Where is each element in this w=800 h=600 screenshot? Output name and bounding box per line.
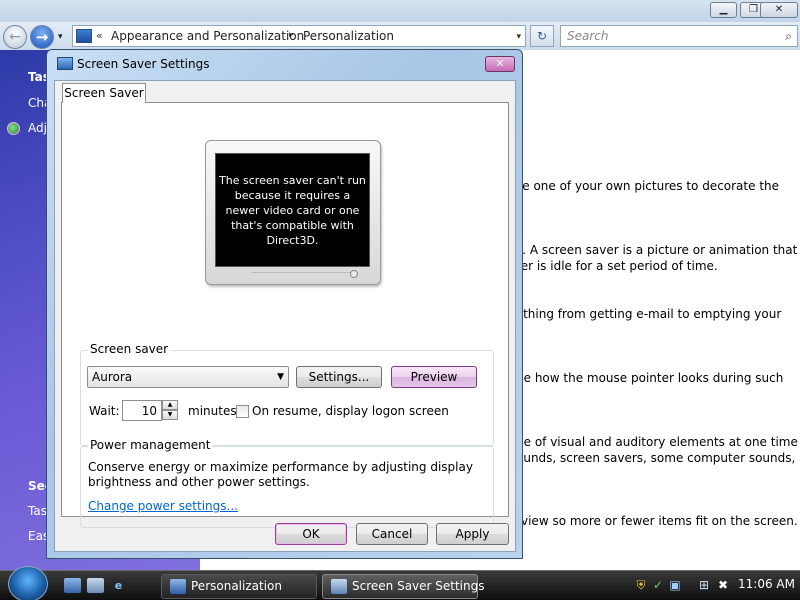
- power-description: Conserve energy or maximize performance …: [88, 460, 473, 489]
- search-input[interactable]: [567, 29, 767, 43]
- description-line: ounds, screen savers, some computer soun…: [516, 451, 800, 465]
- address-bar[interactable]: « Appearance and Personalization ▸ Perso…: [72, 25, 526, 47]
- switch-windows-icon[interactable]: [87, 578, 104, 593]
- description-line: ter is idle for a set period of time.: [516, 259, 718, 273]
- close-button[interactable]: ✕: [760, 2, 798, 18]
- breadcrumb-overflow[interactable]: «: [96, 29, 103, 42]
- spin-up-icon[interactable]: ▲: [162, 400, 178, 410]
- screen-saver-select[interactable]: Aurora ▼: [87, 366, 289, 388]
- address-dropdown-arrow[interactable]: ▾: [516, 32, 521, 42]
- description-line: ge of visual and auditory elements at on…: [516, 435, 798, 449]
- back-button[interactable]: ←: [3, 25, 27, 49]
- wait-stepper[interactable]: ▲ ▼: [162, 400, 178, 421]
- description-line: ything from getting e-mail to emptying y…: [516, 307, 782, 321]
- description-line: view so more or fewer items fit on the s…: [521, 514, 798, 528]
- breadcrumb-personalization[interactable]: Personalization: [303, 29, 394, 43]
- control-panel-icon: [76, 29, 92, 43]
- tab-panel: The screen saver can't run because it re…: [61, 102, 509, 528]
- start-button[interactable]: [8, 566, 48, 600]
- task-link[interactable]: Adj: [28, 121, 47, 135]
- description-line: s. A screen saver is a picture or animat…: [516, 243, 798, 257]
- search-box[interactable]: ⌕: [560, 25, 798, 47]
- description-line: ge how the mouse pointer looks during su…: [516, 371, 784, 385]
- task-personalization[interactable]: Personalization: [161, 574, 317, 599]
- apply-button[interactable]: Apply: [436, 523, 509, 545]
- screen-saver-group-label: Screen saver: [88, 342, 171, 356]
- windows-update-icon[interactable]: ✓: [651, 577, 665, 593]
- dialog-title: Screen Saver Settings: [77, 57, 210, 71]
- task-label: Personalization: [191, 579, 282, 593]
- monitor-bezel-line: [251, 272, 351, 278]
- network-icon[interactable]: ⊞: [697, 577, 711, 593]
- power-management-label: Power management: [88, 438, 213, 452]
- wait-minutes-field[interactable]: 10: [122, 400, 162, 421]
- ok-button[interactable]: OK: [275, 523, 347, 545]
- task-screen-saver-settings[interactable]: Screen Saver Settings: [322, 574, 485, 599]
- see-also-link[interactable]: Tas: [28, 504, 47, 518]
- wait-label: Wait:: [89, 404, 120, 418]
- task-label: Screen Saver Settings: [352, 579, 485, 593]
- cancel-button[interactable]: Cancel: [356, 523, 428, 545]
- minimize-button[interactable]: ▁: [710, 2, 737, 18]
- spin-down-icon[interactable]: ▼: [162, 410, 178, 420]
- clock[interactable]: 11:06 AM: [738, 577, 795, 591]
- show-desktop-icon[interactable]: [64, 578, 81, 593]
- forward-button[interactable]: →: [30, 25, 54, 49]
- minutes-label: minutes: [188, 404, 237, 418]
- change-power-settings-link[interactable]: Change power settings...: [88, 499, 238, 513]
- preview-message: The screen saver can't run because it re…: [219, 173, 366, 247]
- monitor-screen: The screen saver can't run because it re…: [215, 153, 370, 267]
- breadcrumb-separator[interactable]: ▸: [289, 30, 294, 40]
- taskbar: e Personalization Screen Saver Settings …: [0, 566, 800, 600]
- screen-saver-icon: [331, 579, 347, 594]
- volume-mute-icon[interactable]: ✖: [716, 577, 730, 593]
- security-shield-icon[interactable]: ⛨: [634, 577, 648, 593]
- internet-explorer-icon[interactable]: e: [110, 578, 127, 593]
- description-line: se one of your own pictures to decorate …: [516, 179, 780, 193]
- dialog-body: Screen Saver The screen saver can't run …: [54, 80, 516, 552]
- navigation-bar: ← → ▾ « Appearance and Personalization ▸…: [0, 22, 800, 50]
- screen-saver-dialog: Screen Saver Settings ✕ Screen Saver The…: [46, 49, 523, 559]
- breadcrumb-appearance[interactable]: Appearance and Personalization: [111, 29, 304, 43]
- defender-icon[interactable]: ▣: [668, 577, 682, 593]
- power-led-icon: [350, 270, 358, 278]
- resume-logon-checkbox[interactable]: [236, 405, 249, 418]
- recent-pages-dropdown[interactable]: ▾: [58, 32, 63, 42]
- monitor-preview: The screen saver can't run because it re…: [205, 140, 381, 285]
- settings-button[interactable]: Settings...: [296, 366, 382, 388]
- resume-logon-label[interactable]: On resume, display logon screen: [252, 404, 449, 418]
- shield-icon: [7, 122, 20, 135]
- preview-button[interactable]: Preview: [391, 366, 477, 388]
- refresh-button[interactable]: ↻: [530, 25, 554, 47]
- screen-saver-group: Screen saver: [80, 342, 494, 446]
- dialog-close-button[interactable]: ✕: [485, 56, 515, 72]
- personalization-icon: [170, 579, 186, 594]
- screen-saver-select-value: Aurora: [92, 370, 133, 384]
- chevron-down-icon: ▼: [277, 372, 284, 382]
- tab-screen-saver[interactable]: Screen Saver: [62, 83, 146, 103]
- screen-saver-icon: [57, 57, 73, 70]
- window-titlebar: ▁ ❐ ✕: [0, 0, 800, 22]
- wait-minutes-value: 10: [141, 404, 157, 418]
- search-icon[interactable]: ⌕: [785, 29, 792, 44]
